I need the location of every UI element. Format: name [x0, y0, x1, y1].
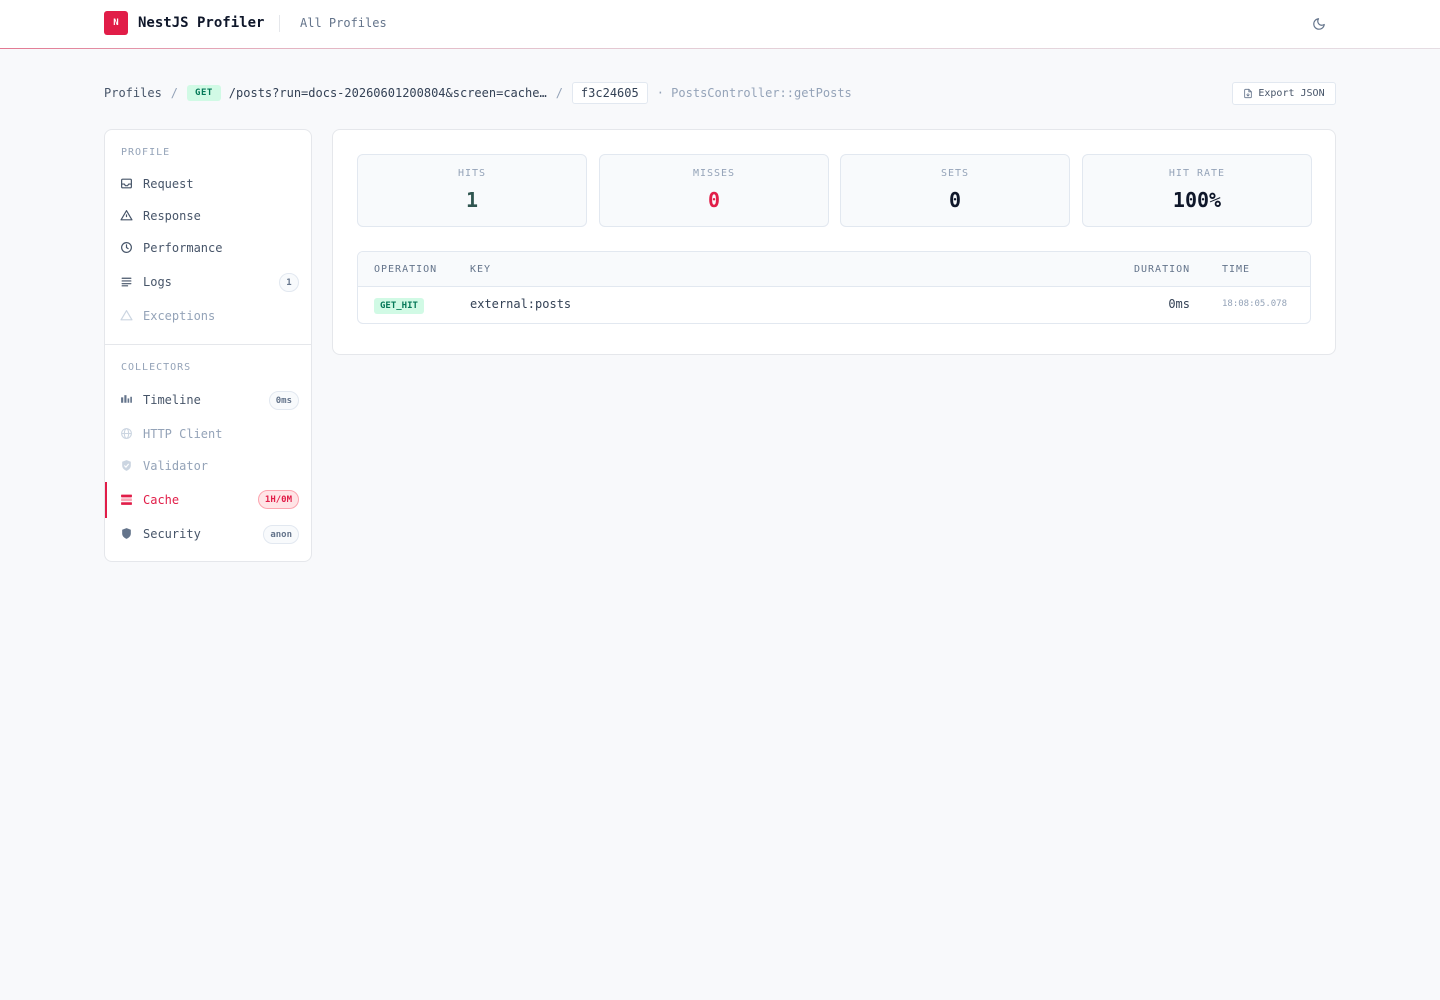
sidebar-item-label: Logs [143, 275, 172, 289]
header-divider [279, 15, 280, 32]
stat-value: 1 [465, 188, 479, 212]
table-header: OPERATION KEY DURATION TIME [358, 252, 1310, 287]
breadcrumb: Profiles / GET /posts?run=docs-202606012… [104, 82, 852, 104]
brand-logo: N [104, 11, 128, 35]
column-header-duration: DURATION [1134, 264, 1191, 275]
stat-label: MISSES [692, 168, 736, 179]
warning-icon [120, 309, 133, 322]
stat-value: 0 [707, 188, 721, 212]
inbox-icon [120, 177, 133, 190]
sidebar-item-performance[interactable]: Performance [105, 233, 311, 263]
file-icon [1244, 88, 1253, 99]
sidebar-item-label: Exceptions [143, 309, 216, 323]
shield-icon [120, 527, 133, 540]
operation-duration: 0ms [1168, 297, 1190, 311]
column-header-key: KEY [470, 264, 492, 275]
triangle-icon [120, 209, 133, 222]
cache-operations-table: OPERATION KEY DURATION TIME GET_HIT exte… [357, 251, 1311, 324]
stat-value: 100% [1172, 188, 1222, 212]
cache-panel: HITS 1 MISSES 0 SETS 0 HIT RATE 100% OPE… [332, 129, 1336, 355]
sidebar-item-logs[interactable]: Logs 1 [105, 267, 311, 297]
profile-token[interactable]: f3c24605 [571, 82, 648, 104]
sidebar-item-request[interactable]: Request [105, 169, 311, 199]
bars-icon [120, 393, 133, 406]
sidebar-item-label: Timeline [143, 393, 201, 407]
breadcrumb-profiles[interactable]: Profiles [104, 86, 162, 100]
column-header-operation: OPERATION [374, 264, 438, 275]
sidebar-item-label: Request [143, 177, 194, 191]
cache-badge: 1H/0M [257, 490, 299, 509]
sidebar-item-label: Cache [143, 493, 180, 507]
sidebar-heading-profile: PROFILE [121, 147, 171, 158]
nav-all-profiles[interactable]: All Profiles [300, 16, 387, 30]
lines-icon [120, 275, 133, 288]
top-bar: N NestJS Profiler All Profiles [0, 0, 1440, 49]
timeline-badge: 0ms [268, 391, 299, 410]
controller-name: · PostsController::getPosts [656, 86, 852, 100]
sidebar: PROFILE Request Response Performance Log… [104, 129, 312, 562]
sidebar-item-cache[interactable]: Cache 1H/0M [105, 482, 311, 518]
operation-time: 18:08:05.078 [1222, 299, 1288, 309]
stat-label: HIT RATE [1168, 168, 1226, 179]
stat-label: SETS [940, 168, 970, 179]
sidebar-item-response[interactable]: Response [105, 201, 311, 231]
logs-count-badge: 1 [279, 273, 299, 292]
cache-key: external:posts [470, 297, 572, 311]
breadcrumb-separator: / [555, 86, 563, 100]
accent-line [0, 48, 1440, 49]
sidebar-item-label: HTTP Client [143, 427, 223, 441]
stat-card-misses: MISSES 0 [599, 154, 829, 227]
export-json-button[interactable]: Export JSON [1232, 82, 1336, 105]
method-badge: GET [187, 85, 221, 101]
moon-icon[interactable] [1312, 16, 1328, 32]
sidebar-item-label: Validator [143, 459, 209, 473]
stat-card-sets: SETS 0 [840, 154, 1070, 227]
globe-icon [120, 427, 133, 440]
clock-icon [120, 241, 133, 254]
sidebar-item-security[interactable]: Security anon [105, 519, 311, 549]
breadcrumb-separator: / [170, 86, 179, 100]
shield-check-icon [120, 459, 133, 472]
stat-value: 0 [948, 188, 962, 212]
database-icon [120, 493, 133, 506]
table-row[interactable]: GET_HIT external:posts 0ms 18:08:05.078 [358, 287, 1310, 323]
operation-badge: GET_HIT [374, 298, 424, 314]
sidebar-item-validator[interactable]: Validator [105, 451, 311, 481]
security-badge: anon [263, 525, 299, 544]
sidebar-item-exceptions[interactable]: Exceptions [105, 301, 311, 331]
export-label: Export JSON [1258, 88, 1325, 99]
sidebar-item-label: Security [143, 527, 201, 541]
column-header-time: TIME [1222, 264, 1251, 275]
request-path: /posts?run=docs-20260601200804&screen=ca… [228, 86, 547, 100]
sidebar-heading-collectors: COLLECTORS [121, 362, 192, 373]
sidebar-item-label: Performance [143, 241, 223, 255]
sidebar-item-http-client[interactable]: HTTP Client [105, 419, 311, 449]
app-title: NestJS Profiler [138, 15, 265, 31]
stat-card-hit-rate: HIT RATE 100% [1082, 154, 1312, 227]
sidebar-item-label: Response [143, 209, 201, 223]
sidebar-divider [105, 344, 311, 345]
stat-card-hits: HITS 1 [357, 154, 587, 227]
active-indicator [105, 482, 107, 518]
brand[interactable]: N NestJS Profiler [104, 11, 264, 35]
stat-label: HITS [457, 168, 487, 179]
sidebar-item-timeline[interactable]: Timeline 0ms [105, 385, 311, 415]
